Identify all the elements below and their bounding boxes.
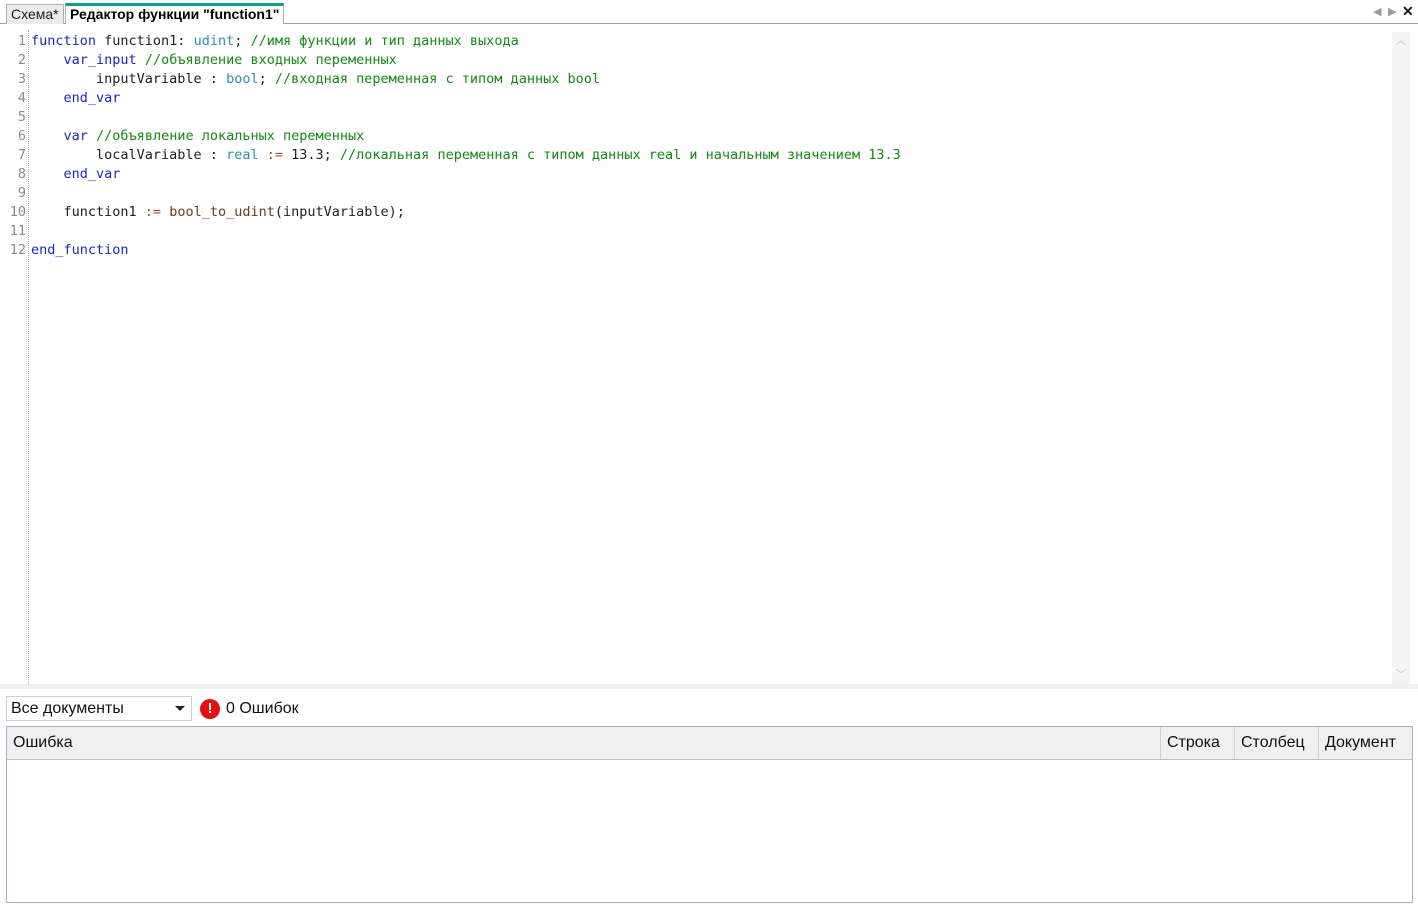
vertical-scrollbar[interactable]: ︿ ﹀: [1392, 32, 1410, 684]
panel-splitter[interactable]: [0, 684, 1418, 689]
line-number: 6: [17, 128, 26, 144]
code-token: bool_to_udint: [169, 204, 275, 220]
document-filter-select[interactable]: Все документы: [6, 696, 192, 721]
code-token: var: [63, 128, 88, 144]
scroll-up-icon[interactable]: ︿: [1392, 32, 1410, 50]
code-token: 13.3;: [283, 147, 340, 163]
code-token: //имя функции и тип данных выхода: [250, 33, 519, 49]
code-token: end_var: [63, 90, 121, 106]
line-number-gutter: 1 2 3 4 5 6 7 8 9 10 11 12: [0, 32, 26, 260]
code-text[interactable]: function function1: udint; //имя функции…: [31, 32, 901, 260]
code-token: //локальная переменная с типом данных re…: [339, 147, 901, 163]
line-number: 11: [9, 223, 26, 239]
document-filter-value: Все документы: [11, 700, 124, 717]
column-header-column[interactable]: Столбец: [1234, 727, 1318, 759]
code-token: var_input: [63, 52, 137, 68]
line-number: 12: [9, 242, 26, 258]
code-token: (inputVariable);: [274, 204, 405, 220]
line-number: 5: [17, 109, 26, 125]
code-token: localVariable :: [31, 147, 227, 163]
line-number: 8: [17, 166, 26, 182]
gutter-divider: [28, 30, 29, 684]
code-line[interactable]: end_var: [31, 165, 901, 184]
code-line[interactable]: var //объявление локальных переменных: [31, 127, 901, 146]
code-token: //объявление входных переменных: [144, 52, 397, 68]
code-token: function: [31, 33, 97, 49]
chevron-down-icon: [175, 706, 185, 711]
code-line[interactable]: end_function: [31, 241, 901, 260]
code-line[interactable]: function function1: udint; //имя функции…: [31, 32, 901, 51]
code-token: :=: [144, 204, 162, 220]
code-token: //входная переменная с типом данных bool: [274, 71, 600, 87]
errors-table: Ошибка Строка Столбец Документ: [6, 726, 1413, 903]
code-line[interactable]: [31, 108, 901, 127]
line-number: 3: [17, 71, 26, 87]
code-line[interactable]: var_input //объявление входных переменны…: [31, 51, 901, 70]
scroll-tabs-right-icon[interactable]: ▶: [1388, 5, 1396, 18]
code-token: inputVariable :: [31, 71, 227, 87]
tab-function-editor[interactable]: Редактор функции "function1": [65, 3, 285, 25]
code-line[interactable]: inputVariable : bool; //входная переменн…: [31, 70, 901, 89]
error-count: 0 Ошибок: [226, 700, 299, 717]
code-token: ;: [258, 71, 275, 87]
line-number: 4: [17, 90, 26, 106]
code-editor[interactable]: 1 2 3 4 5 6 7 8 9 10 11 12 function function1: udin…: [0, 24, 1418, 684]
code-token: :=: [266, 147, 283, 163]
line-number: 10: [9, 204, 26, 220]
scroll-tabs-left-icon[interactable]: ◀: [1373, 5, 1381, 18]
errors-table-header: Ошибка Строка Столбец Документ: [7, 727, 1412, 760]
code-token: end_var: [63, 166, 121, 182]
close-tab-icon[interactable]: ✕: [1402, 3, 1414, 20]
code-token: udint: [193, 33, 235, 49]
column-header-line[interactable]: Строка: [1160, 727, 1234, 759]
line-number: 1: [17, 33, 26, 49]
code-line[interactable]: [31, 184, 901, 203]
tab-schema[interactable]: Схема*: [6, 4, 64, 24]
column-header-document[interactable]: Документ: [1318, 727, 1412, 759]
code-token: real: [226, 147, 259, 163]
code-token: bool: [226, 71, 259, 87]
code-line[interactable]: end_var: [31, 89, 901, 108]
code-token: function1:: [96, 33, 194, 49]
document-tab-bar: Схема* Редактор функции "function1" ◀ ▶ …: [0, 0, 1418, 25]
line-number: 9: [17, 185, 26, 201]
code-token: ;: [234, 33, 251, 49]
code-line[interactable]: function1 := bool_to_udint(inputVariable…: [31, 203, 901, 222]
scroll-down-icon[interactable]: ﹀: [1392, 666, 1410, 684]
code-token: //объявление локальных переменных: [96, 128, 365, 144]
code-token: function1: [31, 204, 145, 220]
line-number: 7: [17, 147, 26, 163]
column-header-error[interactable]: Ошибка: [7, 727, 1160, 759]
line-number: 2: [17, 52, 26, 68]
code-token: end_function: [31, 242, 129, 258]
code-line[interactable]: localVariable : real := 13.3; //локальна…: [31, 146, 901, 165]
code-line[interactable]: [31, 222, 901, 241]
error-icon: !: [200, 699, 220, 719]
